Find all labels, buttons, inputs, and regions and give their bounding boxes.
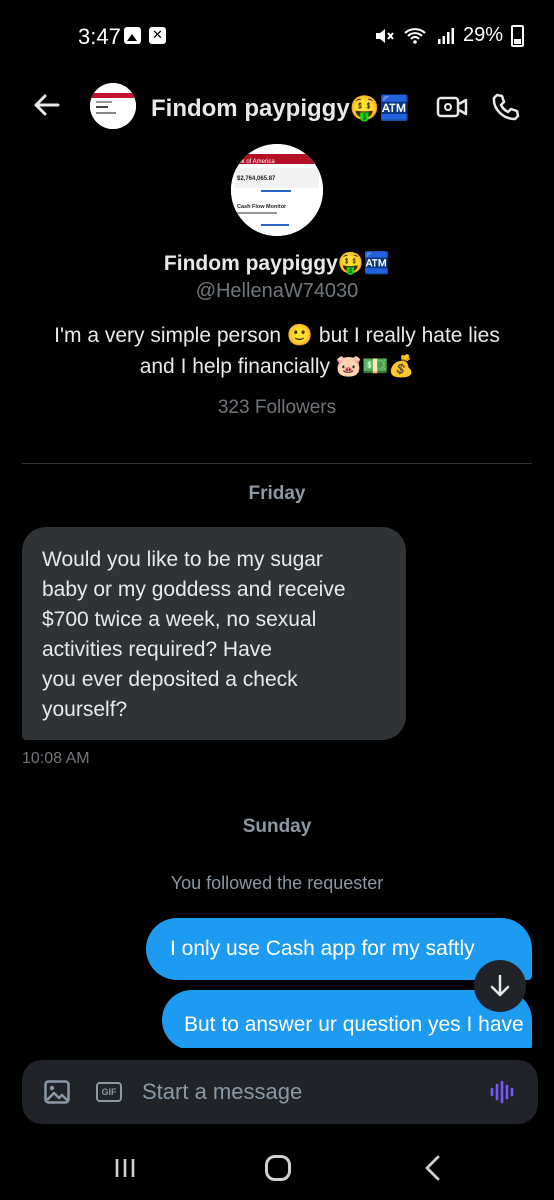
header-avatar[interactable] bbox=[90, 83, 136, 129]
day-separator-sunday: Sunday bbox=[242, 816, 312, 837]
profile-handle[interactable]: @HellenaW74030 bbox=[0, 280, 554, 303]
battery-icon bbox=[511, 24, 524, 47]
message-timestamp: 10:08 AM bbox=[22, 750, 90, 767]
avatar-balance: $2,764,065.87 bbox=[237, 176, 276, 182]
outgoing-message-bubble[interactable]: I only use Cash app for my saftly bbox=[146, 918, 532, 980]
message-line: yourself? bbox=[42, 698, 128, 721]
system-back-icon[interactable] bbox=[423, 1154, 443, 1182]
message-line: baby or my goddess and receive bbox=[42, 578, 346, 601]
back-arrow-icon[interactable] bbox=[30, 88, 64, 122]
video-call-icon[interactable] bbox=[436, 94, 468, 120]
system-message: You followed the requester bbox=[170, 873, 384, 893]
phone-call-icon[interactable] bbox=[490, 92, 520, 122]
status-right: 29% bbox=[373, 24, 524, 47]
status-time: 3:47 bbox=[78, 24, 121, 49]
gif-button[interactable]: GIF bbox=[96, 1082, 122, 1102]
outgoing-message-text: I only use Cash app for my saftly bbox=[170, 937, 475, 960]
message-line: $700 twice a week, no sexual bbox=[42, 608, 317, 631]
day-separator-friday: Friday bbox=[248, 483, 306, 504]
message-input[interactable] bbox=[142, 1076, 462, 1108]
followers-count[interactable]: 323 Followers bbox=[0, 397, 554, 419]
divider bbox=[22, 463, 532, 464]
incoming-message-text: Would you like to be my sugar baby or my… bbox=[42, 545, 386, 725]
gallery-notification-icon bbox=[124, 27, 141, 44]
voice-message-icon[interactable] bbox=[489, 1080, 517, 1104]
battery-percent: 29% bbox=[462, 24, 503, 46]
home-button[interactable] bbox=[265, 1155, 291, 1181]
message-line: Would you like to be my sugar bbox=[42, 548, 323, 571]
bank-screenshot-image: ank of America $2,764,065.87 Cash Flow M… bbox=[231, 144, 323, 236]
bank-screenshot-thumbnail bbox=[90, 83, 136, 129]
outgoing-message-text: But to answer ur question yes I have bbox=[184, 1013, 524, 1036]
scroll-to-bottom-button[interactable] bbox=[474, 960, 526, 1012]
header-title[interactable]: Findom paypiggy🤑🏧 bbox=[151, 94, 409, 123]
message-line: you ever deposited a check bbox=[42, 668, 298, 691]
profile-avatar[interactable]: ank of America $2,764,065.87 Cash Flow M… bbox=[231, 144, 323, 236]
image-icon[interactable] bbox=[44, 1080, 70, 1104]
avatar-caption: Cash Flow Monitor bbox=[237, 204, 287, 210]
mute-icon bbox=[375, 28, 394, 43]
signal-icon bbox=[437, 27, 454, 44]
profile-name[interactable]: Findom paypiggy🤑🏧 bbox=[0, 252, 554, 276]
bio-line: I'm a very simple person 🙂 but I really … bbox=[54, 324, 500, 347]
arrow-down-icon bbox=[490, 974, 510, 997]
avatar-bank-name: ank of America bbox=[235, 159, 275, 165]
message-line: activities required? Have bbox=[42, 638, 272, 661]
x-notification-icon bbox=[149, 27, 166, 44]
profile-bio: I'm a very simple person 🙂 but I really … bbox=[30, 320, 524, 382]
wifi-icon bbox=[404, 27, 426, 44]
bio-line: and I help financially 🐷💵💰 bbox=[139, 355, 415, 378]
recent-apps-icon[interactable] bbox=[113, 1156, 137, 1180]
incoming-message-bubble[interactable]: Would you like to be my sugar baby or my… bbox=[22, 527, 406, 740]
notification-icons bbox=[124, 27, 166, 44]
